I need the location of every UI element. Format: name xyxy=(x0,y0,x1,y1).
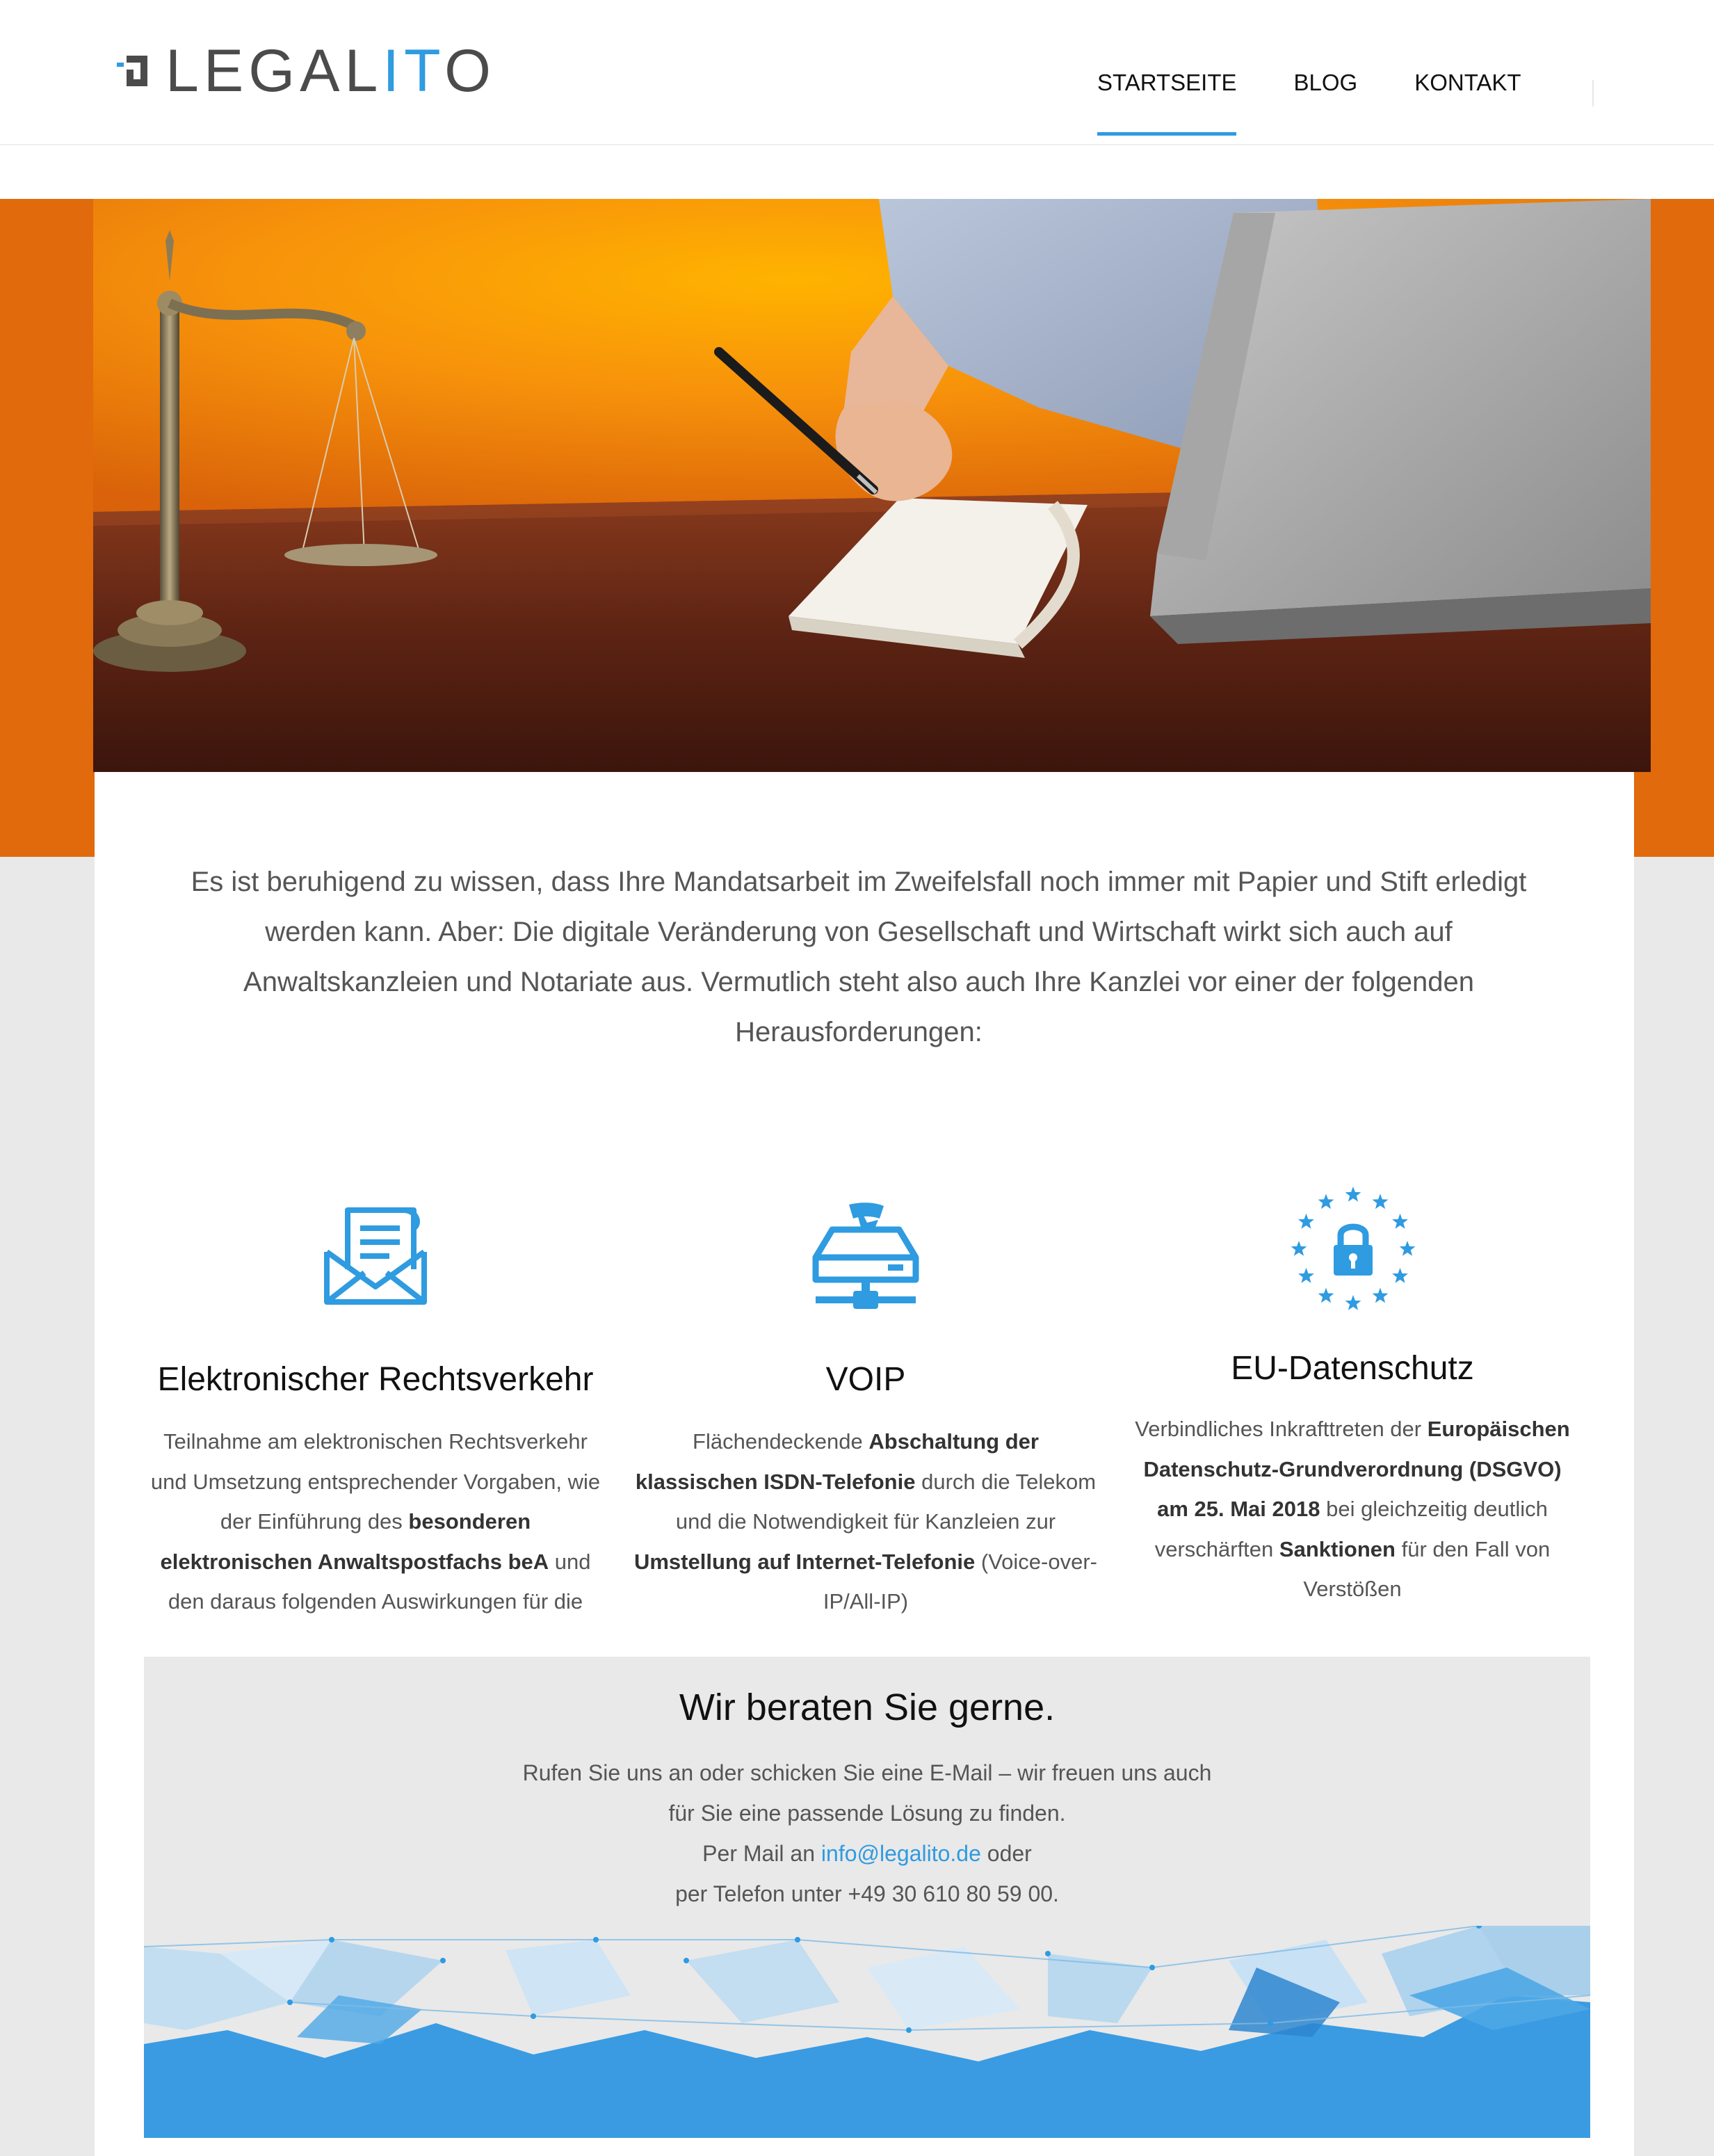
eu-star xyxy=(1372,1287,1389,1303)
logo-mark-icon xyxy=(117,56,147,86)
eu-star xyxy=(1298,1268,1314,1283)
logo[interactable]: LEGALITO xyxy=(117,41,496,101)
mail-suffix: oder xyxy=(980,1841,1032,1866)
phone-network-icon xyxy=(811,1202,920,1313)
contact-text: Rufen Sie uns an oder schicken Sie eine … xyxy=(144,1753,1590,1914)
polygon-network-graphic xyxy=(144,1926,1590,2138)
nav-item-kontakt[interactable]: KONTAKT xyxy=(1414,70,1521,138)
contact-line-1: Rufen Sie uns an oder schicken Sie eine … xyxy=(522,1760,1212,1785)
feature-title: VOIP xyxy=(825,1361,906,1398)
eu-star xyxy=(1298,1214,1314,1229)
nav-item-startseite[interactable]: STARTSEITE xyxy=(1097,70,1237,138)
hero-image xyxy=(93,199,1651,772)
eu-star xyxy=(1318,1193,1334,1209)
contact-title: Wir beraten Sie gerne. xyxy=(679,1687,1056,1728)
feature-description: Teilnahme am elektronischen Rechtsverkeh… xyxy=(150,1429,601,1614)
contact-section: Wir beraten Sie gerne. Rufen Sie uns an … xyxy=(144,1657,1590,2138)
eu-star xyxy=(1392,1214,1408,1229)
nav-divider xyxy=(1592,80,1594,106)
feature-elektronischer-rechtsverkehr: Elektronischer Rechtsverkehr Teilnahme a… xyxy=(146,1175,605,1620)
eu-star xyxy=(1345,1186,1361,1202)
eu-star xyxy=(1372,1193,1389,1209)
intro-text: Es ist beruhigend zu wissen, dass Ihre M… xyxy=(191,867,1527,1047)
feature-description: Verbindliches Inkrafttreten der Europäis… xyxy=(1135,1417,1570,1601)
logo-text: LEGALITO xyxy=(165,38,496,104)
eu-star xyxy=(1345,1295,1361,1310)
mail-letter-icon xyxy=(320,1203,431,1308)
main-nav: STARTSEITE BLOG KONTAKT xyxy=(1097,70,1578,138)
feature-title: EU-Datenschutz xyxy=(1231,1350,1474,1387)
feature-title: Elektronischer Rechtsverkehr xyxy=(157,1361,594,1398)
contact-phone-line: per Telefon unter +49 30 610 80 59 00. xyxy=(675,1881,1059,1906)
mail-prefix: Per Mail an xyxy=(702,1841,821,1866)
eu-star xyxy=(1318,1287,1334,1303)
contact-line-2: für Sie eine passende Lösung zu finden. xyxy=(668,1801,1066,1826)
email-link[interactable]: info@legalito.de xyxy=(821,1841,981,1866)
eu-star xyxy=(1392,1268,1408,1283)
nav-item-blog[interactable]: BLOG xyxy=(1293,70,1357,138)
feature-eu-datenschutz: EU-Datenschutz Verbindliches Inkrafttret… xyxy=(1126,1175,1578,1620)
feature-description: Flächendeckende Abschaltung der klassisc… xyxy=(633,1429,1098,1614)
feature-voip: VOIP Flächendeckende Abschaltung der kla… xyxy=(629,1175,1102,1620)
contact-mail-line: Per Mail an info@legalito.de oder xyxy=(144,1833,1590,1874)
eu-star xyxy=(1399,1241,1416,1256)
eu-lock-icon xyxy=(1286,1182,1420,1316)
site-header: LEGALITO STARTSEITE BLOG KONTAKT xyxy=(0,0,1714,145)
eu-star xyxy=(1291,1241,1307,1256)
